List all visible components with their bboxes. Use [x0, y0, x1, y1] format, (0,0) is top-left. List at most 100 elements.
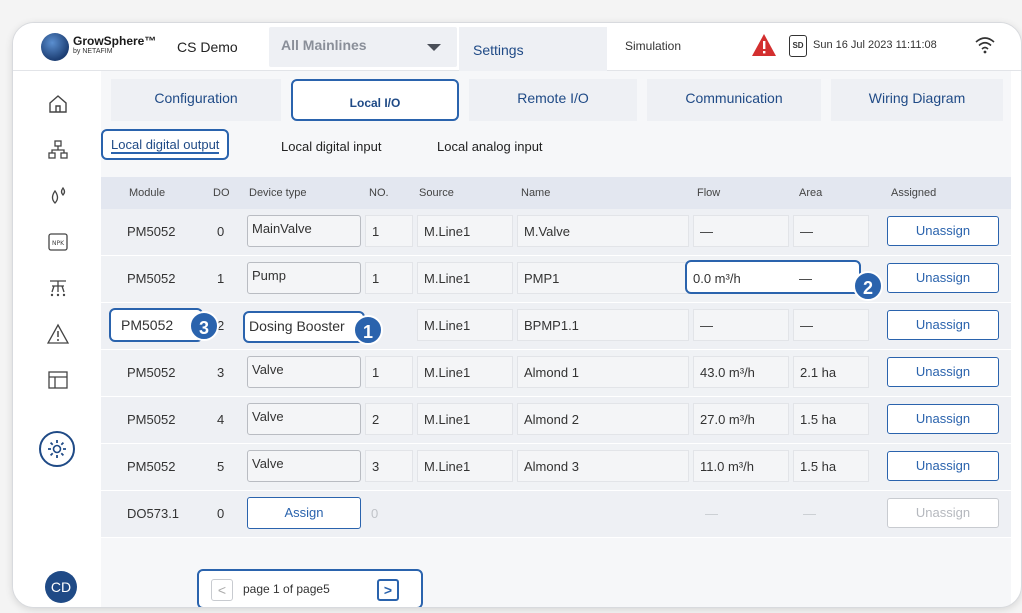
chevron-down-icon [427, 44, 441, 51]
col-device-type: Device type [249, 187, 307, 199]
cell-flow: 11.0 m³/h [693, 450, 789, 482]
cell-name: BPMP1.1 [517, 309, 689, 341]
cell-area: — [793, 215, 869, 247]
col-name: Name [521, 187, 551, 199]
cell-source: M.Line1 [417, 403, 513, 435]
brand-sub: by NETAFIM [73, 48, 113, 55]
cell-area: — [793, 309, 869, 341]
cell-module: PM5052 [121, 317, 174, 333]
col-no: NO. [369, 187, 389, 199]
tab-local-digital-output-label: Local digital output [111, 137, 220, 154]
unassign-button[interactable]: Unassign [887, 498, 999, 528]
chevron-left-icon[interactable]: < [211, 579, 233, 601]
cell-name: Almond 3 [517, 450, 689, 482]
col-do: DO [213, 187, 230, 199]
cell-do: 5 [217, 459, 225, 474]
cell-area: — [799, 271, 812, 286]
unassign-button[interactable]: Unassign [887, 216, 999, 246]
cell-name: PMP1 [517, 262, 689, 294]
mainline-select[interactable]: All Mainlines [269, 27, 457, 67]
cell-flow: — [693, 309, 789, 341]
top-bar: GrowSphere™ by NETAFIM CS Demo All Mainl… [13, 23, 1021, 71]
settings-nav[interactable]: Settings [459, 27, 607, 71]
unassign-button[interactable]: Unassign [887, 263, 999, 293]
tablet-frame: GrowSphere™ by NETAFIM CS Demo All Mainl… [12, 22, 1022, 608]
cell-no: 1 [365, 356, 413, 388]
network-icon[interactable] [47, 139, 69, 161]
device-type-field[interactable]: MainValve [247, 215, 361, 247]
cell-area: 2.1 ha [793, 356, 869, 388]
io-tabs: Local digital output Local digital input… [101, 129, 1011, 163]
wifi-icon [975, 36, 995, 54]
table-row: PM5052 2 Dosing Booster M.Line1 BPMP1.1 … [101, 303, 1011, 350]
device-type-field[interactable]: Valve [247, 450, 361, 482]
tab-local-digital-input[interactable]: Local digital input [281, 139, 381, 154]
cell-name: Almond 1 [517, 356, 689, 388]
tab-configuration[interactable]: Configuration [111, 79, 281, 121]
col-module: Module [129, 187, 166, 199]
col-area: Area [799, 187, 823, 199]
cell-flow: 43.0 m³/h [693, 356, 789, 388]
cell-no: 1 [365, 262, 413, 294]
tab-local-analog-input[interactable]: Local analog input [437, 139, 543, 154]
cell-source: M.Line1 [417, 262, 513, 294]
brand-name: GrowSphere™ [73, 34, 157, 48]
cell-source: M.Line1 [417, 215, 513, 247]
settings-gear-icon[interactable] [39, 431, 75, 467]
farm-name[interactable]: CS Demo [177, 39, 238, 55]
cell-do: 1 [217, 271, 225, 286]
unassign-button[interactable]: Unassign [887, 451, 999, 481]
datetime: Sun 16 Jul 2023 11:11:08 [813, 39, 937, 51]
device-type-field[interactable]: Dosing Booster [243, 311, 365, 343]
device-type-field[interactable]: Valve [247, 356, 361, 388]
cell-module: DO573.1 [127, 506, 180, 521]
cell-name: Almond 2 [517, 403, 689, 435]
cell-source: M.Line1 [417, 356, 513, 388]
table-row: PM5052 0 MainValve 1 M.Line1 M.Valve — —… [101, 209, 1011, 256]
col-assigned: Assigned [891, 187, 937, 199]
alert-icon[interactable] [751, 33, 777, 57]
cell-area: — [803, 506, 816, 521]
cell-name: M.Valve [517, 215, 689, 247]
cell-flow: — [705, 506, 718, 521]
mainline-value: All Mainlines [281, 37, 367, 53]
home-icon[interactable] [47, 93, 69, 115]
cell-do: 0 [217, 506, 225, 521]
tab-wiring-diagram[interactable]: Wiring Diagram [831, 79, 1003, 121]
user-avatar[interactable]: CD [45, 571, 77, 603]
irrigation-icon[interactable] [47, 277, 69, 299]
unassign-button[interactable]: Unassign [887, 310, 999, 340]
main-panel: Configuration Local I/O Remote I/O Commu… [101, 71, 1011, 607]
logo-globe-icon [41, 33, 69, 61]
water-drops-icon[interactable] [47, 185, 69, 207]
settings-tabs: Configuration Local I/O Remote I/O Commu… [101, 79, 1011, 121]
tab-local-digital-output[interactable]: Local digital output [101, 129, 230, 160]
chevron-right-icon[interactable]: > [377, 579, 399, 601]
cell-no: 0 [371, 506, 379, 521]
table-icon[interactable] [47, 369, 69, 391]
unassign-button[interactable]: Unassign [887, 357, 999, 387]
tab-communication[interactable]: Communication [647, 79, 821, 121]
table-row: DO573.1 0 Assign 0 — — Unassign [101, 491, 1011, 538]
cell-flow: — [693, 215, 789, 247]
cell-area: 1.5 ha [793, 450, 869, 482]
unassign-button[interactable]: Unassign [887, 404, 999, 434]
cell-no: 3 [365, 450, 413, 482]
table-row: PM5052 4 Valve 2 M.Line1 Almond 2 27.0 m… [101, 397, 1011, 444]
cell-module: PM5052 [127, 412, 176, 427]
table-header: Module DO Device type NO. Source Name Fl… [101, 177, 1011, 209]
device-type-field[interactable]: Pump [247, 262, 361, 294]
tab-local-io[interactable]: Local I/O [291, 79, 459, 121]
table-row: PM5052 5 Valve 3 M.Line1 Almond 3 11.0 m… [101, 444, 1011, 491]
cell-no: 2 [365, 403, 413, 435]
settings-label: Settings [473, 42, 524, 58]
cell-area: 1.5 ha [793, 403, 869, 435]
tab-remote-io[interactable]: Remote I/O [469, 79, 637, 121]
npk-icon[interactable]: NPK [47, 231, 69, 253]
sd-card-icon: SD [789, 35, 807, 57]
assign-button[interactable]: Assign [247, 497, 361, 529]
growsphere-logo: GrowSphere™ by NETAFIM [41, 31, 171, 63]
device-type-field[interactable]: Valve [247, 403, 361, 435]
cell-do: 4 [217, 412, 225, 427]
warning-icon[interactable] [46, 323, 70, 345]
